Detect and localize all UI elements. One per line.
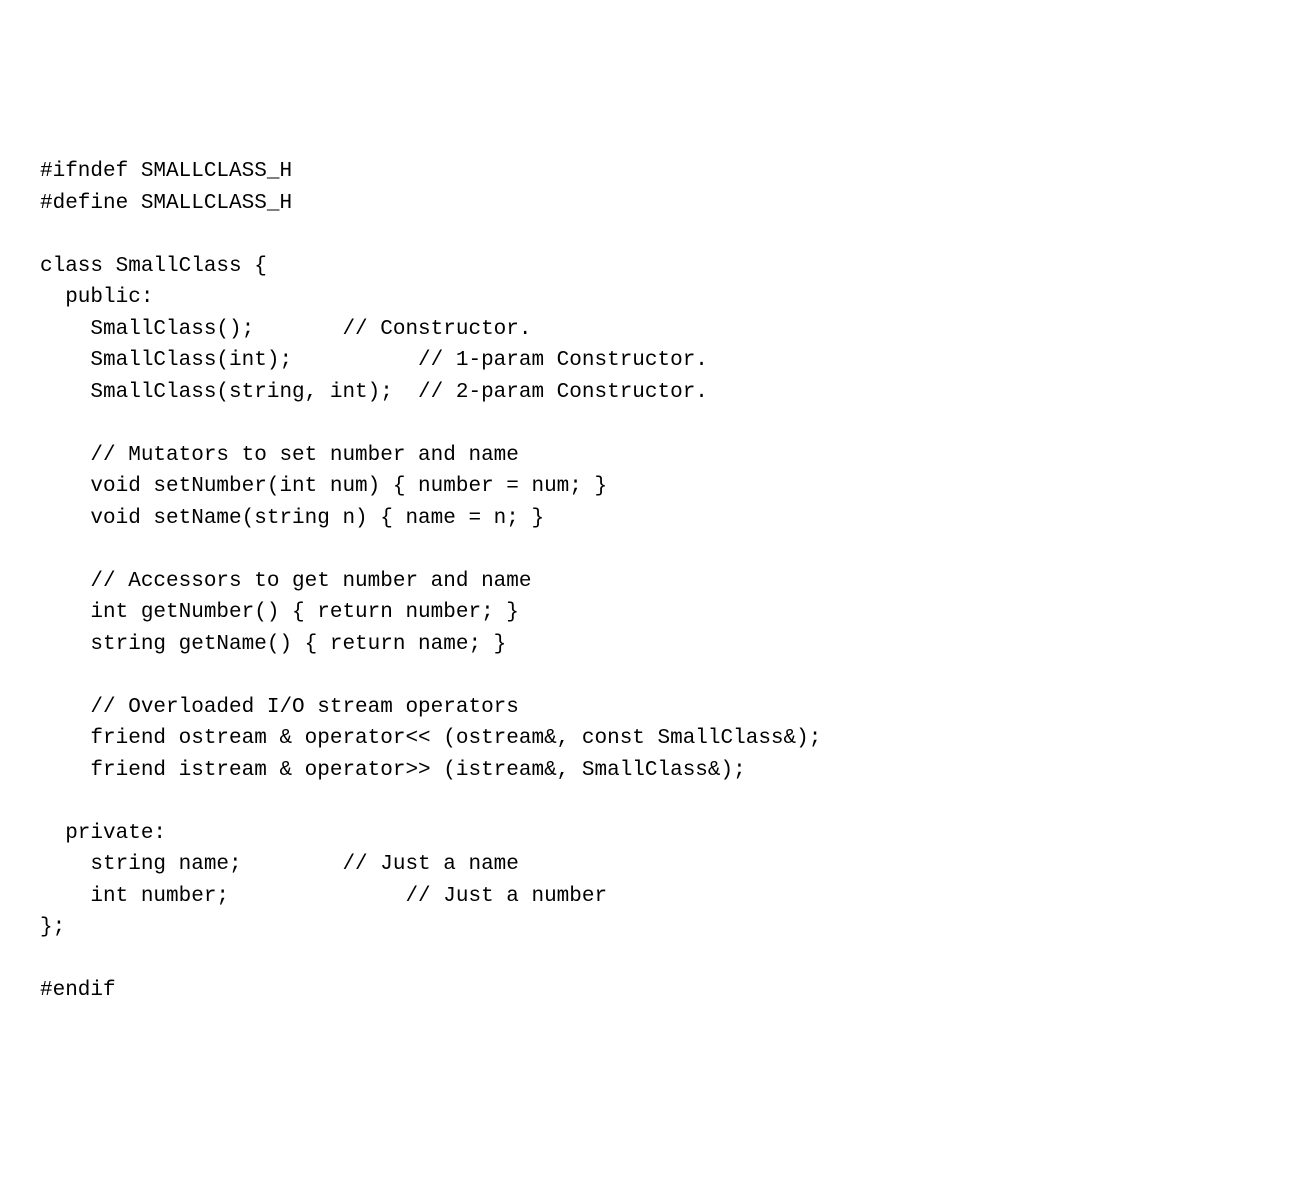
code-line: friend istream & operator>> (istream&, S…: [40, 759, 746, 782]
code-block: #ifndef SMALLCLASS_H #define SMALLCLASS_…: [40, 156, 1254, 1007]
code-line: void setNumber(int num) { number = num; …: [40, 475, 607, 498]
code-line: #ifndef SMALLCLASS_H: [40, 160, 292, 183]
code-line: SmallClass(string, int); // 2-param Cons…: [40, 381, 708, 404]
code-line: };: [40, 916, 65, 939]
code-line: string name; // Just a name: [40, 853, 519, 876]
code-line: SmallClass(int); // 1-param Constructor.: [40, 349, 708, 372]
code-line: private:: [40, 822, 166, 845]
code-line: int getNumber() { return number; }: [40, 601, 519, 624]
code-line: void setName(string n) { name = n; }: [40, 507, 544, 530]
code-line: // Accessors to get number and name: [40, 570, 531, 593]
code-line: // Mutators to set number and name: [40, 444, 519, 467]
code-line: #endif: [40, 979, 116, 1002]
code-line: friend ostream & operator<< (ostream&, c…: [40, 727, 821, 750]
code-line: class SmallClass {: [40, 255, 267, 278]
code-line: SmallClass(); // Constructor.: [40, 318, 531, 341]
code-line: int number; // Just a number: [40, 885, 607, 908]
code-line: #define SMALLCLASS_H: [40, 192, 292, 215]
code-line: public:: [40, 286, 153, 309]
code-line: string getName() { return name; }: [40, 633, 506, 656]
code-line: // Overloaded I/O stream operators: [40, 696, 519, 719]
